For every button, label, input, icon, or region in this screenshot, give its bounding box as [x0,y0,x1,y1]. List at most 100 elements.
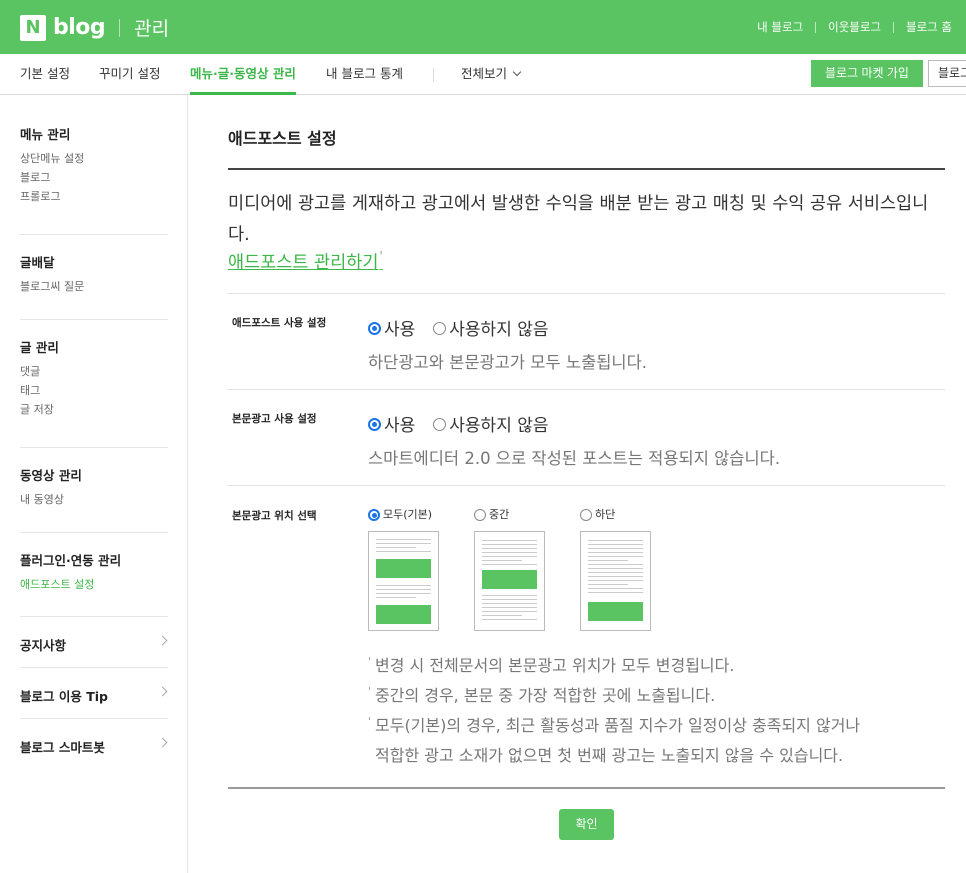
section-divider [228,485,945,486]
option-label: 사용 [384,320,416,340]
position-notes: 변경 시 전체문서의 본문광고 위치가 모두 변경됩니다. 중간의 경우, 본문… [368,647,945,771]
body-ad-use-radio-group: 사용 사용하지 않음 [368,411,567,436]
radio-checked-icon[interactable] [368,509,380,521]
radio-checked-icon[interactable] [368,322,381,335]
tab-blog-stats[interactable]: 내 블로그 통계 [326,54,403,95]
option-label: 사용하지 않음 [449,416,549,436]
position-middle-option[interactable]: 중간 [474,506,509,522]
section-divider [228,389,945,390]
bottom-divider [228,787,945,789]
position-bottom-option[interactable]: 하단 [580,506,615,522]
body-ad-use-label: 본문광고 사용 설정 [232,413,317,425]
sidebar-group-title: 동영상 관리 [20,468,82,483]
ad-block [376,559,431,578]
adpost-manage-link[interactable]: 애드포스트 관리하기' [228,249,383,274]
sidebar-group-menu: 메뉴 관리 상단메뉴 설정 블로그 프롤로그 [20,124,168,206]
settings-tabs: 기본 설정 꾸미기 설정 메뉴·글·동영상 관리 내 블로그 통계 전체보기 블… [0,54,966,95]
blog-home-link[interactable]: 블로그 홈 [906,19,952,35]
sidebar-group-title: 메뉴 관리 [20,127,71,142]
adpost-use-radio-group: 사용 사용하지 않음 [368,315,567,340]
radio-unchecked-icon[interactable] [580,509,592,521]
body-ad-use-off-option[interactable]: 사용하지 않음 [433,411,549,436]
chevron-down-icon [512,67,522,77]
position-middle-preview[interactable] [474,531,545,631]
ad-block [482,570,537,589]
sidebar-link-label: 블로그 이용 Tip [20,689,108,704]
title-divider [228,168,945,170]
note-item: 적합한 광고 소재가 없으면 첫 번째 광고는 노출되지 않을 수 있습니다. [375,746,844,765]
position-bottom-preview[interactable] [580,531,651,631]
body-ad-use-on-option[interactable]: 사용 [368,411,415,436]
sidebar-divider [20,667,168,668]
section-divider [228,293,945,294]
note-item: 중간의 경우, 본문 중 가장 적합한 곳에 노출됩니다. [368,677,945,711]
top-link-divider [815,21,817,33]
ad-block [588,602,643,621]
logo-divider [119,18,121,37]
sidebar-item-comments[interactable]: 댓글 [20,362,168,381]
sidebar-item-my-video[interactable]: 내 동영상 [20,490,168,509]
tab-view-all[interactable]: 전체보기 [461,54,522,95]
sidebar-group-delivery: 글배달 블로그씨 질문 [20,252,168,296]
sidebar-divider [20,532,168,533]
sidebar-item-post-save[interactable]: 글 저장 [20,400,168,419]
external-link-icon: ' [379,249,383,263]
page-title: 애드포스트 설정 [228,129,337,148]
naver-n-icon: N [20,14,46,41]
sidebar-divider [20,616,168,617]
logo-blog-text: blog [53,15,106,40]
sidebar-link-tips[interactable]: 블로그 이용 Tip [20,686,168,705]
sidebar-divider [20,234,168,235]
radio-checked-icon[interactable] [368,418,381,431]
tab-menu-post-video[interactable]: 메뉴·글·동영상 관리 [190,54,296,95]
neighbor-blog-link[interactable]: 이웃블로그 [828,19,881,35]
sidebar-item-prologue[interactable]: 프롤로그 [20,187,168,206]
view-all-label: 전체보기 [461,66,508,81]
radio-unchecked-icon[interactable] [474,509,486,521]
option-label: 사용하지 않음 [449,320,549,340]
blog-button[interactable]: 블로그 [928,60,966,87]
sidebar-group-video: 동영상 관리 내 동영상 [20,465,168,509]
chevron-right-icon [157,635,168,646]
my-blog-link[interactable]: 내 블로그 [757,19,803,35]
option-label: 모두(기본) [383,508,433,521]
position-all-option[interactable]: 모두(기본) [368,506,432,522]
tab-decoration-settings[interactable]: 꾸미기 설정 [99,54,160,95]
adpost-description: 미디어에 광고를 게재하고 광고에서 발생한 수익을 배분 받는 광고 매칭 및… [228,194,929,245]
sidebar-group-title: 글배달 [20,255,55,270]
adpost-use-off-option[interactable]: 사용하지 않음 [433,315,549,340]
sidebar-item-adpost-settings[interactable]: 애드포스트 설정 [20,575,168,594]
ad-block [376,605,431,624]
note-item: 변경 시 전체문서의 본문광고 위치가 모두 변경됩니다. [368,647,945,681]
sidebar-group-post: 글 관리 댓글 태그 글 저장 [20,337,168,419]
top-links: 내 블로그 이웃블로그 블로그 홈 [757,19,952,35]
sidebar-link-notice[interactable]: 공지사항 [20,635,168,654]
sidebar-divider [20,447,168,448]
adpost-manage-link-text: 애드포스트 관리하기 [228,253,379,273]
body-ad-use-note: 스마트에디터 2.0 으로 작성된 포스트는 적용되지 않습니다. [368,449,781,468]
radio-unchecked-icon[interactable] [433,322,447,335]
tab-divider [433,68,434,82]
radio-unchecked-icon[interactable] [433,418,447,431]
sidebar-item-blog[interactable]: 블로그 [20,168,168,187]
position-all-preview[interactable] [368,531,439,631]
blog-market-join-button[interactable]: 블로그 마켓 가입 [811,60,923,87]
body-ad-position-label: 본문광고 위치 선택 [232,510,317,522]
sidebar-link-label: 블로그 스마트봇 [20,740,105,755]
confirm-button[interactable]: 확인 [559,809,614,840]
sidebar-item-blogc-question[interactable]: 블로그씨 질문 [20,277,168,296]
sidebar-link-smartbot[interactable]: 블로그 스마트봇 [20,737,168,756]
adpost-use-note: 하단광고와 본문광고가 모두 노출됩니다. [368,353,648,372]
sidebar-group-title: 플러그인·연동 관리 [20,553,122,568]
note-item: 모두(기본)의 경우, 최근 활동성과 품질 지수가 일정이상 충족되지 않거나 [368,707,945,741]
tab-basic-settings[interactable]: 기본 설정 [20,54,70,95]
sidebar-item-tags[interactable]: 태그 [20,381,168,400]
naver-blog-logo[interactable]: N blog 관리 [20,14,169,41]
option-label: 하단 [595,508,616,521]
logo-admin-text: 관리 [134,18,170,40]
adpost-use-on-option[interactable]: 사용 [368,315,415,340]
option-label: 중간 [489,508,510,521]
sidebar-divider [20,718,168,719]
sidebar-item-top-menu[interactable]: 상단메뉴 설정 [20,149,168,168]
option-label: 사용 [384,416,416,436]
